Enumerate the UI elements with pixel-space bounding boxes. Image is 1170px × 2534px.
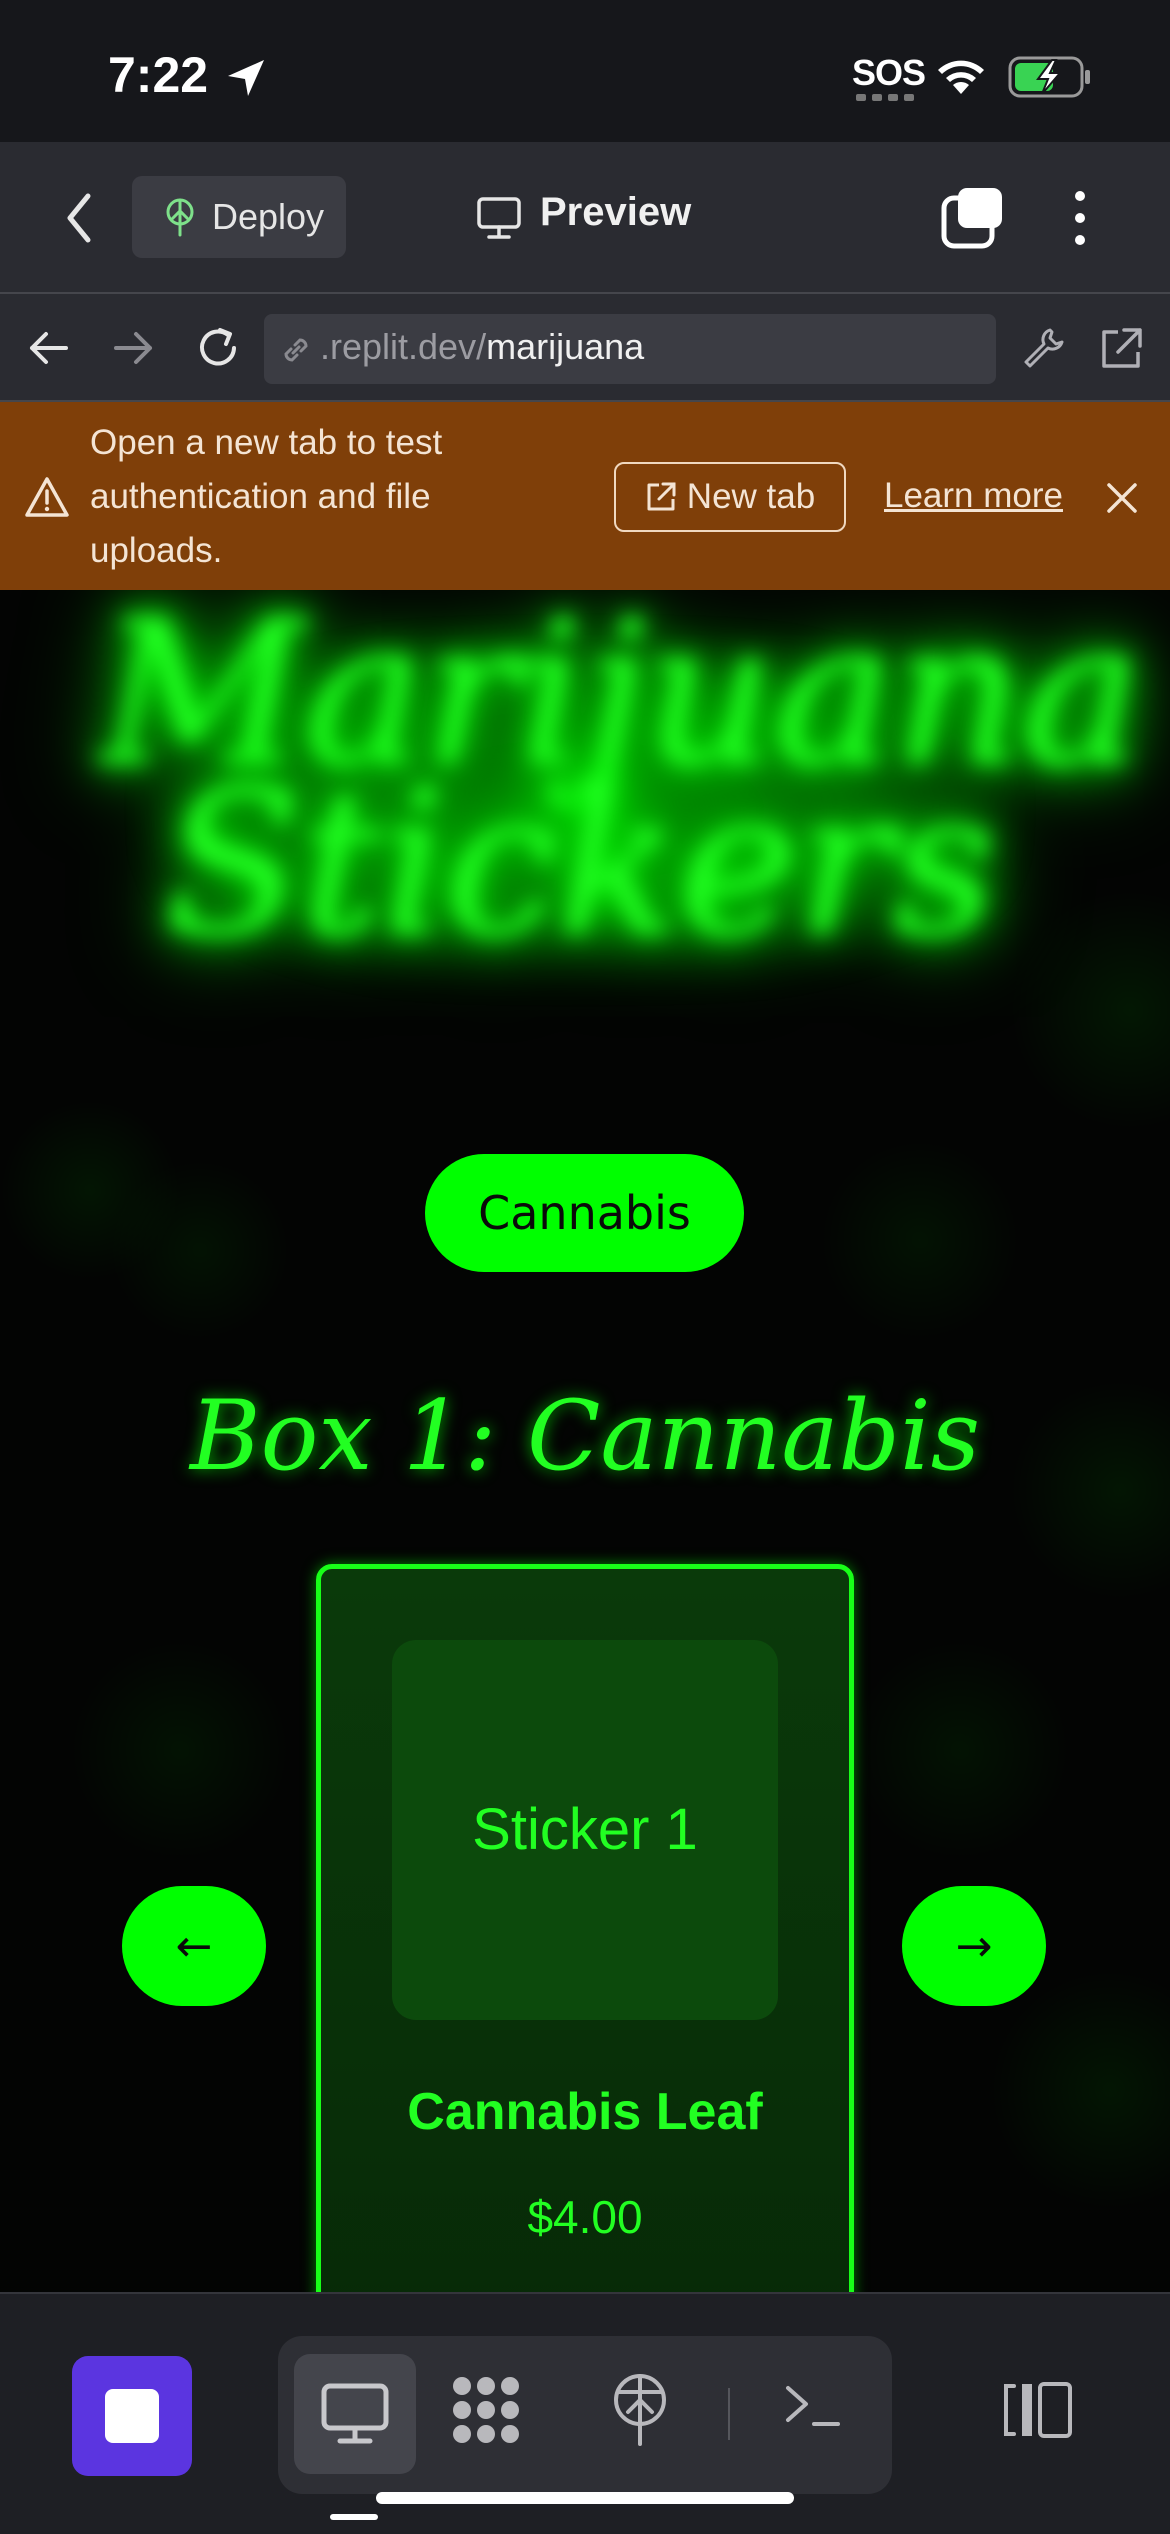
arrow-left-icon[interactable] [26,326,70,370]
monitor-icon [477,197,521,239]
product-name: Cannabis Leaf [407,2083,763,2141]
new-tab-label: New tab [686,477,816,516]
stop-icon [105,2389,159,2443]
hero-title-text: Marijuana Stickers [100,590,1142,981]
wifi-icon [938,60,984,94]
workflows-icon[interactable] [448,2372,524,2448]
deployments-icon[interactable] [610,2372,670,2448]
pane-title: Preview [540,190,692,234]
new-tab-button[interactable]: New tab [614,462,846,532]
arrow-left-icon: ← [175,1920,213,1972]
external-link-icon[interactable] [1098,326,1144,372]
shell-icon[interactable] [782,2380,842,2432]
category-button[interactable]: Cannabis [425,1154,744,1272]
arrow-right-icon: → [955,1920,993,1972]
next-button[interactable]: → [902,1886,1046,2006]
sos-indicator: SOS [852,52,926,93]
external-link-icon [647,482,676,511]
deploy-icon [166,198,194,237]
active-tool-indicator [330,2514,378,2520]
product-price: $4.00 [527,2191,643,2243]
signal-dots-icon [856,94,914,101]
reload-icon[interactable] [194,324,242,372]
battery-charging-icon [1008,56,1090,98]
tabs-icon[interactable] [940,186,1004,250]
url-text: .replit.dev/marijuana [320,326,644,368]
status-time: 7:22 [108,47,209,103]
box-title: Box 1: Cannabis [190,1380,980,1492]
warning-icon [25,477,69,517]
sticker-label: Sticker 1 [472,1797,698,1862]
deploy-button[interactable]: Deploy [132,176,346,258]
deploy-label: Deploy [212,196,325,237]
location-arrow-icon [228,60,264,96]
layout-toggle-icon[interactable] [1000,2380,1074,2440]
previous-button[interactable]: ← [122,1886,266,2006]
url-path: marijuana [486,326,645,367]
url-host: .replit.dev/ [320,326,487,367]
chevron-left-icon[interactable] [64,192,94,244]
banner-message: Open a new tab to test authentication an… [90,423,443,570]
link-icon [284,338,308,362]
more-vertical-icon[interactable] [1070,188,1090,248]
tool-preview-button[interactable] [294,2354,416,2474]
learn-more-link[interactable]: Learn more [884,476,1063,516]
hero-title: Marijuana Stickers [100,590,1142,1030]
stop-button[interactable] [72,2356,192,2476]
wrench-icon[interactable] [1020,324,1068,372]
home-indicator [376,2492,794,2504]
close-icon[interactable] [1104,480,1140,516]
monitor-icon [321,2383,389,2444]
category-label: Cannabis [478,1186,691,1240]
arrow-right-icon[interactable] [112,326,156,370]
web-preview: Marijuana Stickers Cannabis Box 1: Canna… [0,590,1170,2292]
divider [728,2388,730,2440]
